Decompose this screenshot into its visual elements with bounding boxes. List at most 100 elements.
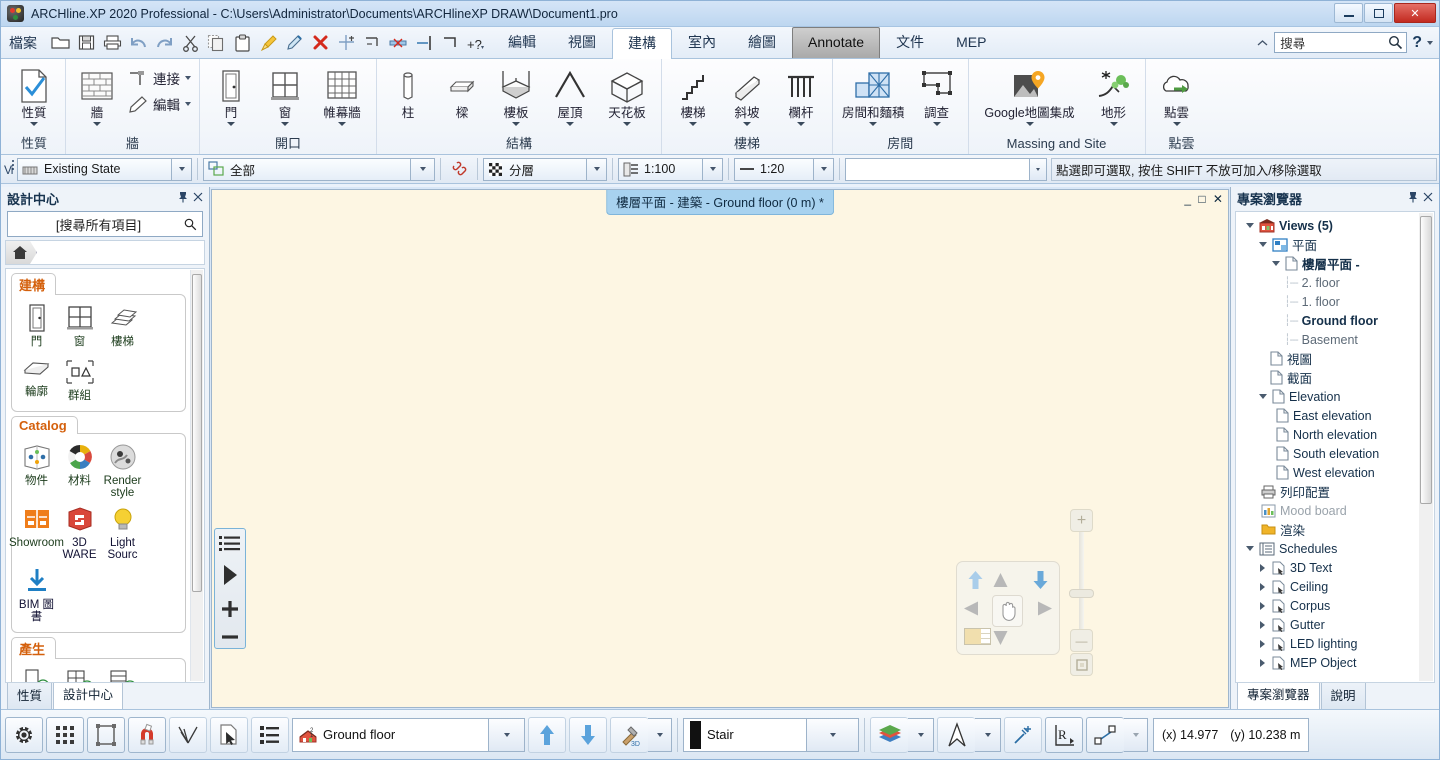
roof-button[interactable]: 屋頂 — [544, 64, 596, 126]
zoom-handle[interactable] — [1069, 589, 1094, 598]
column-button[interactable]: 柱 — [382, 64, 434, 120]
expand-arrow[interactable] — [1258, 242, 1267, 247]
dc-item-add-door[interactable] — [15, 664, 58, 682]
ceiling-caret[interactable] — [623, 122, 631, 126]
tree-row-north-elevation[interactable]: North elevation — [1240, 425, 1434, 444]
pan-hand-icon[interactable] — [992, 595, 1023, 627]
expand-arrow[interactable] — [1260, 582, 1265, 591]
paintbrush-icon[interactable] — [256, 31, 280, 55]
tree-row-south-elevation[interactable]: South elevation — [1240, 444, 1434, 463]
pen-icon[interactable] — [282, 31, 306, 55]
floor-combo[interactable]: 21 Ground floor — [292, 717, 489, 752]
zoom-in-button[interactable]: + — [1070, 509, 1093, 532]
survey-button[interactable]: 調查 — [911, 64, 963, 126]
tree-row-plan[interactable]: 平面 — [1240, 235, 1434, 254]
design-state-combo[interactable]: Existing State — [17, 157, 172, 181]
tree-row-gutter[interactable]: Gutter — [1240, 615, 1434, 634]
settings-gear-icon[interactable] — [5, 716, 43, 753]
expand-arrow[interactable] — [1245, 223, 1254, 228]
document-window-controls[interactable]: _ □ ✕ — [1184, 192, 1225, 206]
google-maps-caret[interactable] — [1025, 122, 1034, 126]
arrow-down-icon[interactable] — [569, 716, 607, 753]
close-icon[interactable] — [1420, 191, 1435, 205]
pan-down-icon[interactable] — [1032, 570, 1049, 590]
rotate-right-icon[interactable] — [1037, 601, 1053, 616]
dc-item-group[interactable]: 群組 — [58, 354, 101, 402]
tilt-up-icon[interactable] — [993, 572, 1008, 588]
tree-row-mood-board[interactable]: Mood board — [1240, 501, 1434, 520]
tree-row-elevation[interactable]: Elevation — [1240, 387, 1434, 406]
rotate-left-icon[interactable] — [963, 601, 979, 616]
chevron-up-icon[interactable] — [1256, 37, 1269, 49]
tab-help[interactable]: 說明 — [1320, 680, 1366, 709]
material-stack-icon[interactable] — [870, 716, 908, 753]
layer-list-icon[interactable] — [251, 716, 289, 753]
detail-scale-dropdown[interactable] — [814, 157, 834, 181]
door-button[interactable]: 門 — [205, 64, 257, 126]
terrain-button[interactable]: 地形 — [1088, 64, 1140, 126]
stair-button[interactable]: 樓梯 — [667, 64, 719, 126]
drawing-canvas[interactable]: 樓層平面 - 建築 - Ground floor (0 m) * _ □ ✕ +… — [211, 189, 1229, 708]
trim-icon[interactable] — [334, 31, 358, 55]
dc-item-profile[interactable]: 輪廓 — [15, 350, 58, 402]
paste-icon[interactable] — [230, 31, 254, 55]
tree-row-mep-object[interactable]: MEP Object — [1240, 653, 1434, 672]
curtain-wall-button[interactable]: 帷幕牆 — [313, 64, 371, 126]
tree-row-ground-floor[interactable]: ┆--- Ground floor — [1240, 311, 1434, 330]
redo-icon[interactable] — [152, 31, 176, 55]
expand-arrow[interactable] — [1260, 563, 1265, 572]
dc-item-material[interactable]: 材料 — [58, 439, 101, 499]
tree-row-led-lighting[interactable]: LED lighting — [1240, 634, 1434, 653]
expand-arrow[interactable] — [1260, 639, 1265, 648]
tree-row-east-elevation[interactable]: East elevation — [1240, 406, 1434, 425]
3d-dropdown[interactable] — [648, 717, 672, 752]
room-area-button[interactable]: 房間和麵積 — [838, 64, 909, 126]
floor-combo-dropdown[interactable] — [489, 717, 525, 752]
dc-item-light-source[interactable]: Light Sourc — [101, 501, 144, 561]
design-state-dropdown[interactable] — [172, 157, 192, 181]
tab-view[interactable]: 視圖 — [552, 27, 612, 58]
save-icon[interactable] — [74, 31, 98, 55]
pan-up-icon[interactable] — [967, 570, 984, 590]
snap-point-icon[interactable] — [1004, 716, 1042, 753]
scrollbar-thumb[interactable] — [192, 274, 202, 592]
expand-arrow[interactable] — [1245, 546, 1254, 551]
expand-arrow[interactable] — [1271, 261, 1280, 266]
tree-row-3d-text[interactable]: 3D Text — [1240, 558, 1434, 577]
tree-row-floorplan[interactable]: 樓層平面 - — [1240, 254, 1434, 273]
maximize-button[interactable] — [1364, 3, 1393, 23]
terrain-caret[interactable] — [1109, 122, 1118, 126]
tree-row-render[interactable]: 渲染 — [1240, 520, 1434, 539]
design-center-scrollbar[interactable] — [190, 270, 203, 681]
dc-item-window[interactable]: 窗 — [58, 300, 101, 348]
3d-hammer-icon[interactable]: 3D — [610, 716, 648, 753]
extend-icon[interactable] — [360, 31, 384, 55]
dc-item-door[interactable]: 門 — [15, 300, 58, 348]
properties-button[interactable]: 性質 — [8, 64, 60, 126]
ucs-R-icon[interactable]: R — [1045, 716, 1083, 753]
design-center-search-input[interactable]: [搜尋所有項目] — [13, 215, 184, 234]
wall-edit-caret[interactable] — [185, 102, 191, 106]
tree-row-floor2[interactable]: ┆--- 2. floor — [1240, 273, 1434, 292]
ramp-caret[interactable] — [743, 122, 751, 126]
survey-caret[interactable] — [932, 122, 941, 126]
break-icon[interactable] — [386, 31, 410, 55]
window-caret[interactable] — [281, 122, 289, 126]
point-cloud-caret[interactable] — [1172, 122, 1181, 126]
print-icon[interactable] — [100, 31, 124, 55]
window-button[interactable]: 窗 — [259, 64, 311, 126]
scale-dropdown[interactable] — [703, 157, 723, 181]
customize-icon[interactable]: +? — [464, 31, 488, 55]
wall-button[interactable]: 牆 — [71, 64, 123, 126]
dc-item-stair[interactable]: 樓梯 — [101, 300, 144, 348]
home-icon[interactable] — [6, 241, 37, 264]
ramp-button[interactable]: 斜坡 — [721, 64, 773, 126]
wall-edit-button[interactable]: 編輯 — [125, 92, 194, 116]
curtain-wall-caret[interactable] — [338, 122, 346, 126]
grid-icon[interactable] — [46, 716, 84, 753]
file-menu-button[interactable]: 檔案 — [9, 33, 37, 53]
linetype-dropdown[interactable] — [807, 717, 859, 752]
roof-caret[interactable] — [566, 122, 574, 126]
layer-group-combo[interactable]: 分層 — [483, 157, 587, 181]
detail-scale-combo[interactable]: 1:20 — [734, 157, 814, 181]
